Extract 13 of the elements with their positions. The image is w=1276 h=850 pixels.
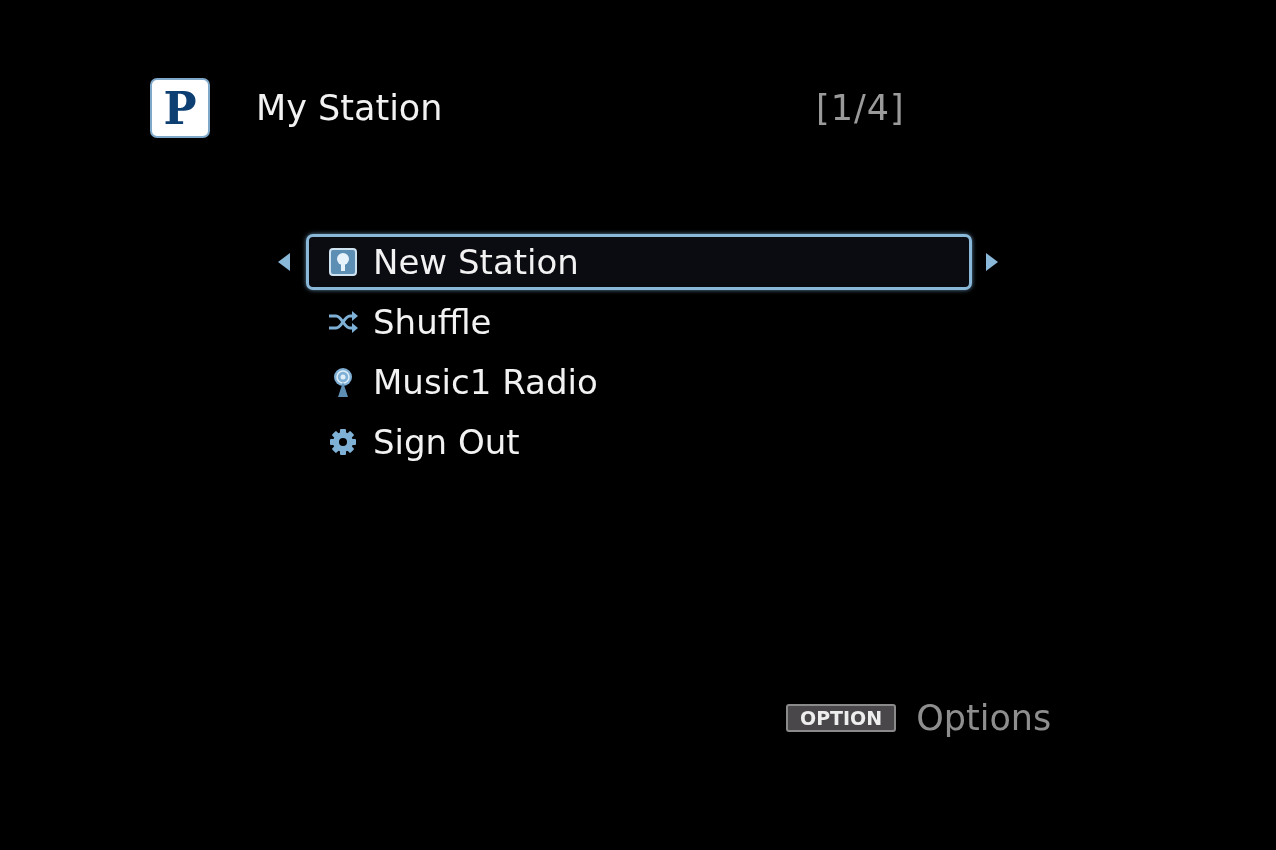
menu-item[interactable]: Shuffle	[306, 294, 972, 350]
options-label: Options	[916, 698, 1052, 738]
menu-item[interactable]: Music1 Radio	[306, 354, 972, 410]
pandora-logo: P	[150, 78, 210, 138]
screen-title: My Station	[256, 88, 444, 128]
left-arrow-icon[interactable]	[276, 251, 292, 273]
right-arrow-icon[interactable]	[984, 251, 1000, 273]
settings-icon	[327, 426, 359, 458]
menu-item[interactable]: New Station	[306, 234, 972, 290]
menu-item[interactable]: Sign Out	[306, 414, 972, 470]
option-key[interactable]: OPTION	[786, 704, 897, 732]
page-counter: [1/4]	[816, 88, 905, 128]
station-icon	[327, 246, 359, 278]
